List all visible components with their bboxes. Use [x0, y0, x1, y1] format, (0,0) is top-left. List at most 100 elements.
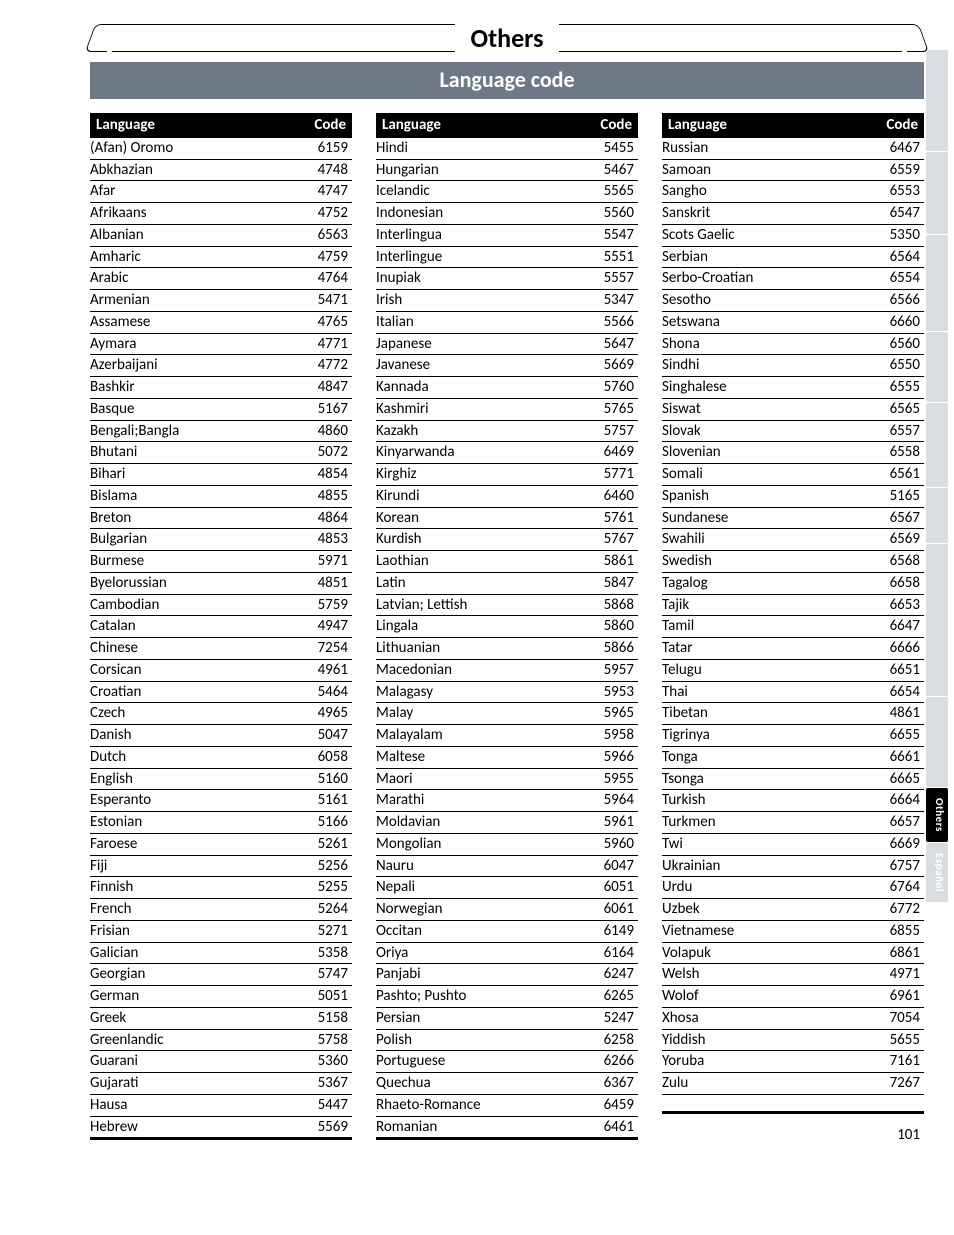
table-row: Laothian5861	[376, 551, 638, 573]
table-row: Czech4965	[90, 703, 352, 725]
side-tab-vcr-functions[interactable]: VCR functions	[926, 697, 948, 787]
table-row: Hebrew5569	[90, 1116, 352, 1139]
language-col-1: Language Code (Afan) Oromo6159Abkhazian4…	[90, 113, 352, 1140]
language-code: 6568	[868, 551, 924, 573]
table-row: Malay5965	[376, 703, 638, 725]
language-code: 5971	[296, 551, 352, 573]
language-name: Aymara	[90, 333, 296, 355]
table-row: Kirghiz5771	[376, 464, 638, 486]
table-row: Uzbek6772	[662, 899, 924, 921]
language-code: 6653	[868, 594, 924, 616]
table-row: Bislama4855	[90, 485, 352, 507]
language-code: 6563	[296, 224, 352, 246]
language-name: Kirghiz	[376, 464, 582, 486]
side-tab-connections[interactable]: Connections	[926, 152, 948, 234]
language-name: Yiddish	[662, 1029, 868, 1051]
table-row: Tibetan4861	[662, 703, 924, 725]
col-header-code: Code	[868, 113, 924, 138]
language-name: Croatian	[90, 681, 296, 703]
language-code: 5167	[296, 398, 352, 420]
language-code: 6367	[582, 1073, 638, 1095]
table-row: Croatian5464	[90, 681, 352, 703]
language-code: 6561	[868, 464, 924, 486]
table-row: Maltese5966	[376, 746, 638, 768]
language-code: 5761	[582, 507, 638, 529]
col-header-language: Language	[662, 113, 868, 138]
language-code: 6565	[868, 398, 924, 420]
language-code: 6654	[868, 681, 924, 703]
table-row: Kannada5760	[376, 377, 638, 399]
table-row: Dutch6058	[90, 746, 352, 768]
section-subtitle: Language code	[90, 62, 924, 99]
table-row: Yiddish5655	[662, 1029, 924, 1051]
table-row: Japanese5647	[376, 333, 638, 355]
language-code: 6557	[868, 420, 924, 442]
language-name: Sangho	[662, 181, 868, 203]
language-code: 5471	[296, 290, 352, 312]
language-code: 5047	[296, 725, 352, 747]
language-code: 6655	[868, 725, 924, 747]
table-row: Slovenian6558	[662, 442, 924, 464]
language-name: Abkhazian	[90, 159, 296, 181]
language-name: Persian	[376, 1007, 582, 1029]
side-tab-recording[interactable]: Recording	[926, 332, 948, 402]
language-code: 4748	[296, 159, 352, 181]
table-row: Afar4747	[90, 181, 352, 203]
language-code: 6553	[868, 181, 924, 203]
table-row: Breton4864	[90, 507, 352, 529]
title-line: Others	[112, 24, 902, 52]
language-code: 5861	[582, 551, 638, 573]
language-code: 5367	[296, 1073, 352, 1095]
language-code: 6665	[868, 768, 924, 790]
table-row: Afrikaans4752	[90, 203, 352, 225]
language-name: Indonesian	[376, 203, 582, 225]
language-code: 5464	[296, 681, 352, 703]
table-row: Maori5955	[376, 768, 638, 790]
side-tab-others[interactable]: Others	[926, 788, 948, 842]
language-name: Malayalam	[376, 725, 582, 747]
language-name: Slovenian	[662, 442, 868, 464]
language-name: Tatar	[662, 638, 868, 660]
language-code: 5758	[296, 1029, 352, 1051]
language-code: 5072	[296, 442, 352, 464]
table-row: Norwegian6061	[376, 899, 638, 921]
language-name: Malay	[376, 703, 582, 725]
language-name: Lithuanian	[376, 638, 582, 660]
side-tab-editing[interactable]: Editing	[926, 488, 948, 543]
table-row: Danish5047	[90, 725, 352, 747]
language-name: Interlingua	[376, 224, 582, 246]
language-name: Basque	[90, 398, 296, 420]
table-row: Irish5347	[376, 290, 638, 312]
table-row: Tamil6647	[662, 616, 924, 638]
language-code: 4860	[296, 420, 352, 442]
language-name: Armenian	[90, 290, 296, 312]
language-code: 4965	[296, 703, 352, 725]
language-name: Wolof	[662, 986, 868, 1008]
language-code: 4854	[296, 464, 352, 486]
side-tab-before-you-start[interactable]: Before you start	[926, 50, 948, 151]
language-name: Polish	[376, 1029, 582, 1051]
language-code: 4961	[296, 659, 352, 681]
side-tab-changing-setup-menu[interactable]: Changing the SETUP menu	[926, 544, 948, 696]
language-code: 6555	[868, 377, 924, 399]
language-name: Romanian	[376, 1116, 582, 1139]
language-name: Korean	[376, 507, 582, 529]
table-row: Javanese5669	[376, 355, 638, 377]
language-name: Twi	[662, 833, 868, 855]
language-name: Arabic	[90, 268, 296, 290]
side-tab-espanol[interactable]: Español	[926, 843, 948, 902]
language-code: 5960	[582, 833, 638, 855]
side-tab-playing-discs[interactable]: Playing discs	[926, 403, 948, 487]
language-name: Catalan	[90, 616, 296, 638]
table-row: Kashmiri5765	[376, 398, 638, 420]
language-code: 6559	[868, 159, 924, 181]
page-title-bar: Others	[90, 20, 924, 56]
language-name: Dutch	[90, 746, 296, 768]
language-code: 5255	[296, 877, 352, 899]
table-row: Xhosa7054	[662, 1007, 924, 1029]
language-name: Burmese	[90, 551, 296, 573]
language-code: 6669	[868, 833, 924, 855]
language-code: 5455	[582, 138, 638, 159]
table-row: Byelorussian4851	[90, 572, 352, 594]
side-tab-getting-started[interactable]: Getting started	[926, 235, 948, 331]
